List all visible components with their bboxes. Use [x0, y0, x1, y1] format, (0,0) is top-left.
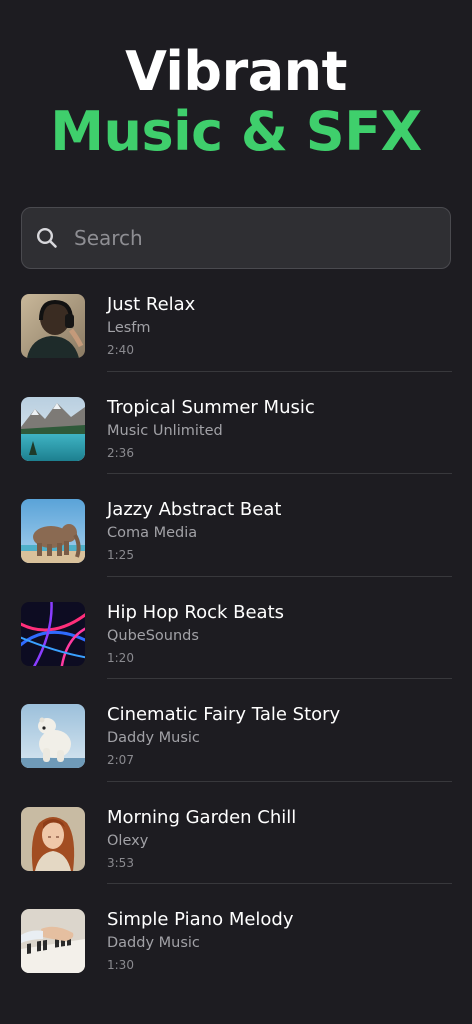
track-duration: 2:36 [107, 445, 134, 460]
track-artist: QubeSounds [107, 627, 199, 644]
divider [107, 575, 452, 577]
track-duration: 2:40 [107, 343, 134, 357]
track-thumbnail [21, 294, 85, 358]
track-thumbnail [21, 704, 85, 768]
divider [107, 780, 452, 782]
track-duration: 1:20 [107, 650, 134, 665]
track-info: Just Relax Lesfm 2:40 [107, 293, 452, 361]
track-title: Just Relax [107, 294, 196, 315]
track-duration: 2:07 [107, 753, 134, 767]
hero-title-line2: Music & SFX [50, 100, 422, 163]
track-title: Cinematic Fairy Tale Story [107, 704, 341, 725]
track-duration: 3:53 [107, 855, 134, 870]
track-info: Hip Hop Rock Beats QubeSounds 1:20 [107, 601, 452, 669]
app-screen: Vibrant Music & SFX Search Just Relax Le… [0, 0, 472, 1024]
track-info: Jazzy Abstract Beat Coma Media 1:25 [107, 498, 452, 566]
divider [107, 370, 452, 372]
track-info: Simple Piano Melody Daddy Music 1:30 [107, 908, 452, 976]
search-input[interactable] [74, 218, 450, 258]
hero-title-line1: Vibrant [125, 40, 347, 103]
track-item[interactable]: Hip Hop Rock Beats QubeSounds 1:20 [0, 593, 472, 696]
hero-title: Vibrant Music & SFX [0, 42, 472, 162]
divider [107, 473, 452, 474]
track-title: Hip Hop Rock Beats [107, 601, 285, 623]
track-artist: Olexy [107, 832, 149, 849]
search-icon [36, 227, 58, 249]
track-item[interactable]: Cinematic Fairy Tale Story Daddy Music 2… [0, 695, 472, 798]
track-duration: 1:30 [107, 958, 134, 972]
track-title: Morning Garden Chill [107, 806, 297, 828]
track-artist: Lesfm [107, 320, 151, 336]
track-thumbnail [21, 909, 85, 973]
track-thumbnail [21, 396, 85, 461]
track-item[interactable]: Just Relax Lesfm 2:40 [0, 285, 472, 388]
track-thumbnail [21, 499, 85, 563]
track-info: Tropical Summer Music Music Unlimited 2:… [107, 396, 452, 464]
track-item[interactable]: Tropical Summer Music Music Unlimited 2:… [0, 388, 472, 491]
track-artist: Daddy Music [107, 730, 200, 746]
track-title: Jazzy Abstract Beat [107, 499, 282, 520]
track-item[interactable]: Simple Piano Melody Daddy Music 1:30 [0, 900, 472, 1003]
search-bar[interactable] [21, 207, 451, 269]
track-artist: Coma Media [107, 525, 198, 541]
track-item[interactable]: Morning Garden Chill Olexy 3:53 [0, 798, 472, 901]
track-title: Tropical Summer Music [107, 396, 315, 418]
track-thumbnail [21, 601, 85, 666]
track-artist: Daddy Music [107, 935, 200, 951]
track-info: Cinematic Fairy Tale Story Daddy Music 2… [107, 703, 452, 771]
track-item[interactable]: Jazzy Abstract Beat Coma Media 1:25 [0, 490, 472, 593]
track-thumbnail [21, 806, 85, 871]
divider [107, 678, 452, 679]
track-duration: 1:25 [107, 548, 134, 562]
track-list: Just Relax Lesfm 2:40 Tropical Summer Mu… [0, 285, 472, 1003]
track-title: Simple Piano Melody [107, 909, 294, 930]
track-artist: Music Unlimited [107, 422, 223, 439]
track-info: Morning Garden Chill Olexy 3:53 [107, 806, 452, 874]
divider [107, 883, 452, 884]
